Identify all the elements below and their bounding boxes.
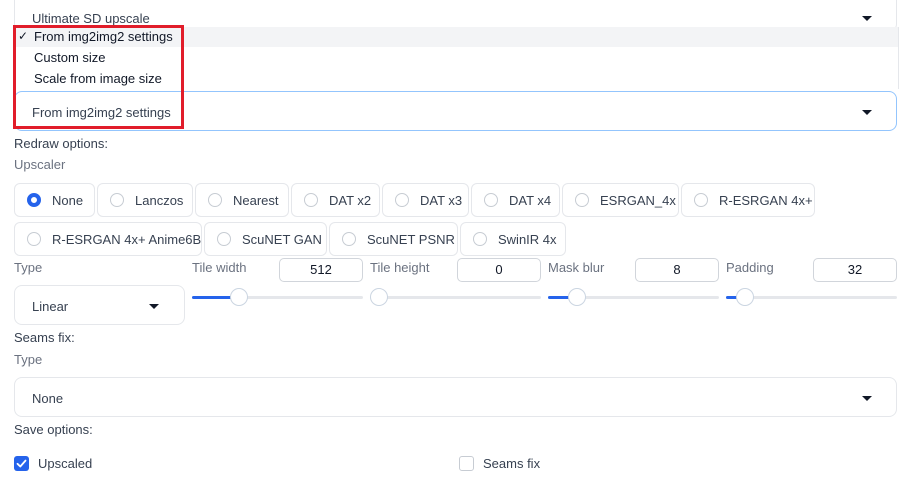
tile-height-track bbox=[370, 296, 541, 299]
seams-type-select[interactable]: None bbox=[14, 377, 897, 417]
chevron-down-icon bbox=[862, 396, 872, 401]
upscaler-option-none[interactable]: None bbox=[14, 183, 95, 217]
upscaler-option-scunet-psnr[interactable]: ScuNET PSNR bbox=[329, 222, 458, 256]
upscaler-option-label: Lanczos bbox=[135, 193, 184, 208]
mask-blur-label: Mask blur bbox=[548, 260, 605, 275]
tile-width-input[interactable]: 512 bbox=[279, 258, 363, 282]
upscaled-checkbox-label: Upscaled bbox=[38, 456, 93, 471]
upscaler-option-label: R-ESRGAN 4x+ bbox=[719, 193, 813, 208]
upscaler-option-label: None bbox=[52, 193, 84, 208]
seams-fix-checkbox-label: Seams fix bbox=[483, 456, 541, 471]
upscaler-option-label: SwinIR 4x bbox=[498, 232, 557, 247]
seams-type-value: None bbox=[32, 391, 64, 406]
upscaler-option-r-esrgan-4x-plus[interactable]: R-ESRGAN 4x+ bbox=[681, 183, 815, 217]
upscaler-option-label: Nearest bbox=[233, 193, 279, 208]
tile-height-slider-handle[interactable] bbox=[370, 288, 388, 306]
tile-height-input[interactable]: 0 bbox=[457, 258, 541, 282]
save-options-label: Save options: bbox=[14, 422, 93, 437]
upscaler-option-label: R-ESRGAN 4x+ Anime6B bbox=[52, 232, 202, 247]
chevron-down-icon bbox=[149, 304, 159, 309]
seams-fix-checkbox-row[interactable]: Seams fix bbox=[459, 455, 579, 473]
upscaled-checkbox-row[interactable]: Upscaled bbox=[14, 455, 134, 473]
tile-width-label: Tile width bbox=[192, 260, 247, 275]
seams-type-label: Type bbox=[14, 352, 43, 367]
upscaler-option-nearest[interactable]: Nearest bbox=[195, 183, 289, 217]
radio-icon bbox=[342, 232, 356, 246]
radio-icon bbox=[208, 193, 222, 207]
chevron-down-icon bbox=[862, 16, 872, 21]
checkbox-checked-icon bbox=[14, 456, 29, 471]
radio-icon bbox=[27, 232, 41, 246]
seams-fix-label: Seams fix: bbox=[14, 330, 75, 345]
radio-icon bbox=[110, 193, 124, 207]
padding-slider-handle[interactable] bbox=[736, 288, 754, 306]
mask-blur-input[interactable]: 8 bbox=[635, 258, 719, 282]
radio-icon bbox=[694, 193, 708, 207]
upscaler-option-label: DAT x2 bbox=[329, 193, 372, 208]
radio-icon bbox=[575, 193, 589, 207]
mask-blur-slider-handle[interactable] bbox=[568, 288, 586, 306]
upscaler-option-lanczos[interactable]: Lanczos bbox=[97, 183, 193, 217]
radio-icon bbox=[473, 232, 487, 246]
upscaler-option-r-esrgan-anime6b[interactable]: R-ESRGAN 4x+ Anime6B bbox=[14, 222, 202, 256]
highlight-box bbox=[13, 25, 184, 129]
chevron-down-icon bbox=[862, 110, 872, 115]
upscaler-option-label: DAT x4 bbox=[509, 193, 552, 208]
radio-icon bbox=[304, 193, 318, 207]
upscaler-option-dat-x2[interactable]: DAT x2 bbox=[291, 183, 380, 217]
upscaler-option-label: ScuNET GAN bbox=[242, 232, 322, 247]
tile-height-label: Tile height bbox=[370, 260, 430, 275]
radio-selected-icon bbox=[27, 193, 41, 207]
tile-width-slider-handle[interactable] bbox=[230, 288, 248, 306]
upscaler-option-swinir-4x[interactable]: SwinIR 4x bbox=[460, 222, 566, 256]
upscale-script-value: Ultimate SD upscale bbox=[32, 11, 150, 26]
upscaler-option-scunet-gan[interactable]: ScuNET GAN bbox=[204, 222, 327, 256]
padding-label: Padding bbox=[726, 260, 774, 275]
radio-icon bbox=[484, 193, 498, 207]
upscaler-option-label: ScuNET PSNR bbox=[367, 232, 455, 247]
redraw-type-select[interactable]: Linear bbox=[14, 285, 185, 325]
checkbox-icon bbox=[459, 456, 474, 471]
upscaler-option-esrgan-4x[interactable]: ESRGAN_4x bbox=[562, 183, 679, 217]
upscaler-option-dat-x4[interactable]: DAT x4 bbox=[471, 183, 560, 217]
radio-icon bbox=[217, 232, 231, 246]
upscaler-option-label: DAT x3 bbox=[420, 193, 463, 208]
redraw-options-label: Redraw options: bbox=[14, 136, 108, 151]
upscaler-option-dat-x3[interactable]: DAT x3 bbox=[382, 183, 469, 217]
redraw-type-label: Type bbox=[14, 260, 43, 275]
padding-input[interactable]: 32 bbox=[813, 258, 897, 282]
upscaler-label: Upscaler bbox=[14, 157, 66, 172]
redraw-type-value: Linear bbox=[32, 299, 69, 314]
radio-icon bbox=[395, 193, 409, 207]
upscaler-option-label: ESRGAN_4x bbox=[600, 193, 676, 208]
